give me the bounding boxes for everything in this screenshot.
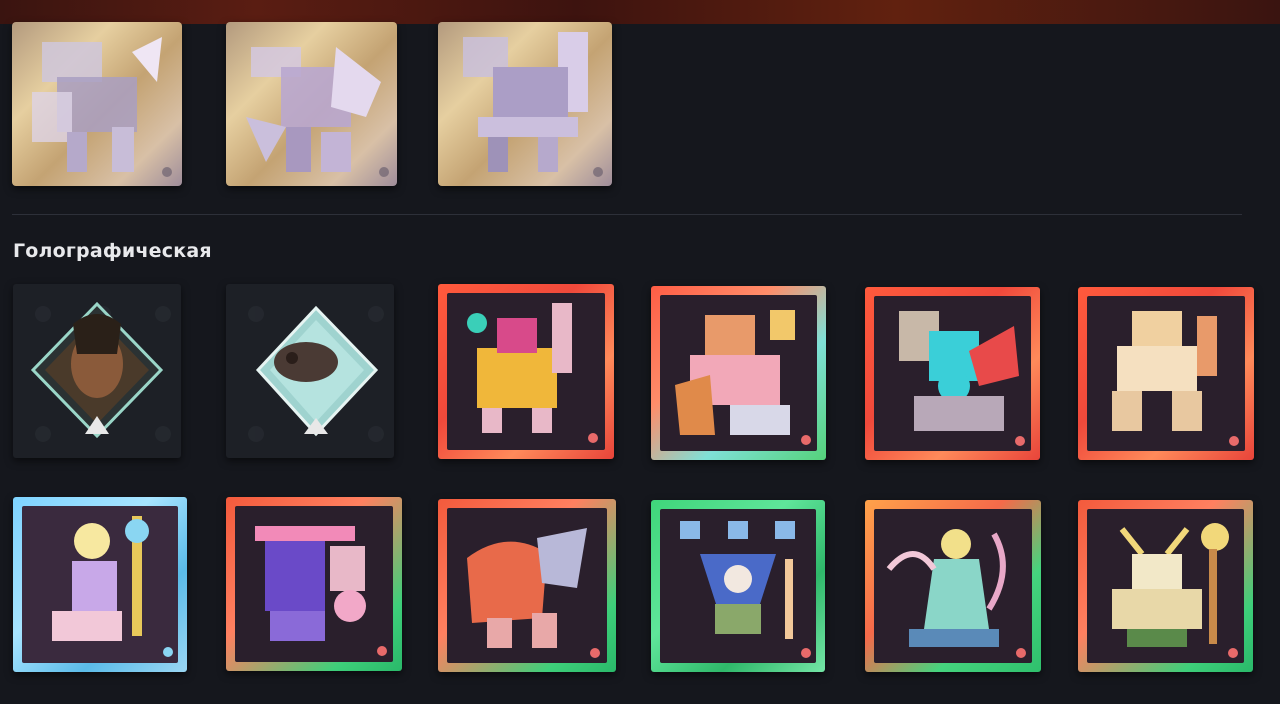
corner-logo-icon [1015,436,1025,446]
hero-figure-icon [52,516,173,657]
sticker-card-holo-6[interactable] [226,497,402,671]
top-banner-strip [0,0,1280,24]
diamond-badge-icon [248,305,384,442]
hero-figure-icon [886,529,1026,658]
hero-figure-icon [255,526,387,656]
sticker-card-metal-1[interactable] [12,22,182,186]
corner-logo-icon [1228,648,1238,658]
corner-logo-icon [162,167,172,177]
corner-logo-icon [593,167,603,177]
sticker-card-holo-5[interactable] [13,497,187,672]
section-title: Голографическая [13,240,212,262]
hero-figure-icon [467,528,600,658]
corner-logo-icon [1016,648,1026,658]
sticker-card-holo-3[interactable] [865,287,1040,460]
sticker-card-metal-3[interactable] [438,22,612,186]
sticker-card-holo-9[interactable] [865,500,1041,672]
sticker-card-badge-2[interactable] [226,284,394,458]
corner-logo-icon [379,167,389,177]
hero-figure-icon [1112,311,1239,446]
sticker-card-badge-1[interactable] [13,284,181,458]
corner-logo-icon [588,433,598,443]
hero-figure-icon [32,37,172,177]
hero-figure-icon [899,311,1025,446]
sticker-card-holo-2[interactable] [651,286,826,460]
hero-figure-icon [467,303,598,443]
sticker-card-holo-7[interactable] [438,499,616,672]
hero-figure-icon [675,310,811,445]
diamond-badge-icon [30,301,171,442]
corner-logo-icon [801,648,811,658]
corner-logo-icon [801,435,811,445]
sticker-card-holo-8[interactable] [651,500,825,672]
sticker-card-metal-2[interactable] [226,22,397,186]
sticker-card-holo-1[interactable] [438,284,614,459]
corner-logo-icon [163,647,173,657]
corner-logo-icon [590,648,600,658]
corner-logo-icon [1229,436,1239,446]
hero-figure-icon [246,47,389,177]
hero-figure-icon [1112,523,1238,658]
sticker-card-holo-10[interactable] [1078,500,1253,672]
corner-logo-icon [377,646,387,656]
section-divider [12,214,1242,215]
sticker-card-holo-4[interactable] [1078,287,1254,460]
hero-figure-icon [463,32,603,177]
hero-figure-icon [680,521,811,658]
